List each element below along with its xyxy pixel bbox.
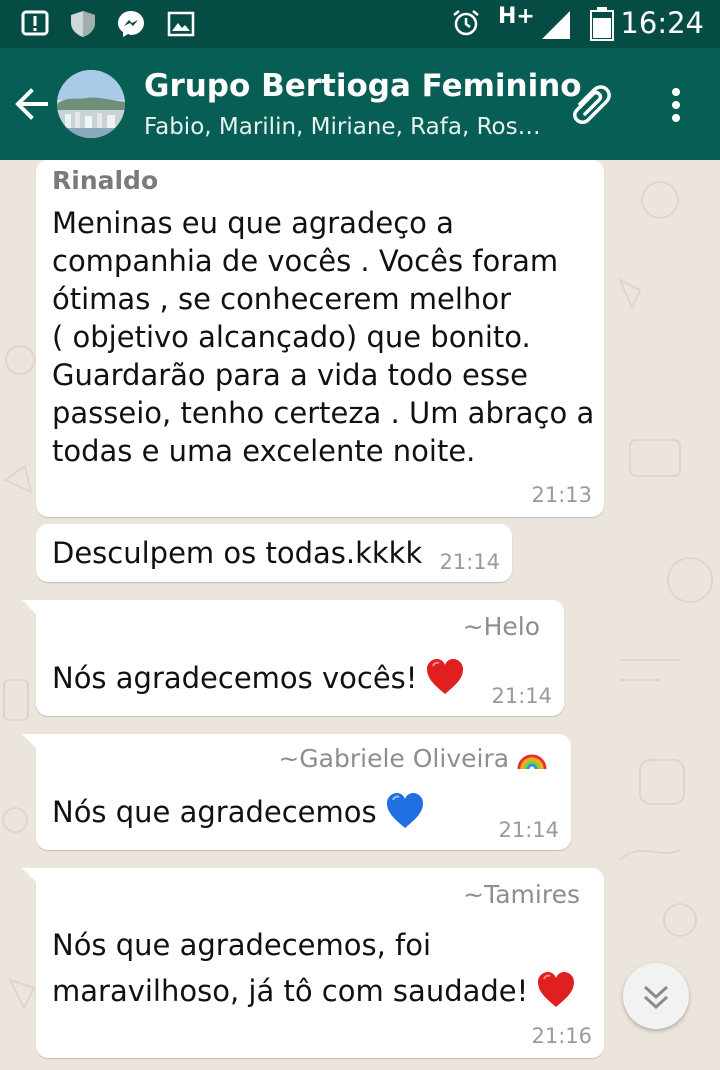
bubble-tail [22, 734, 40, 752]
chat-header: Grupo Bertioga Feminino Fabio, Marilin, … [0, 48, 720, 160]
sender-name: ~Helo [462, 612, 540, 641]
message-time: 21:14 [498, 818, 559, 842]
message-line: Nós agradecemos vocês! [52, 658, 465, 697]
message-bubble[interactable]: Desculpem os todas.kkkk 21:14 [36, 524, 512, 582]
bubble-tail [22, 600, 40, 618]
message-list[interactable]: Rinaldo Meninas eu que agradeço a compan… [0, 160, 720, 1070]
message-time: 21:13 [531, 483, 592, 507]
message-time: 21:16 [531, 1024, 592, 1048]
message-line: Nós que agradecemos, foi [52, 928, 432, 962]
back-arrow-icon[interactable] [14, 86, 50, 122]
sender-name: ~Gabriele Oliveira [278, 744, 547, 773]
message-bubble[interactable]: ~Tamires Nós que agradecemos, foi maravi… [22, 868, 604, 1058]
paperclip-icon[interactable] [566, 82, 614, 130]
sender-name: ~Tamires [463, 880, 580, 909]
message-text: Nós que agradecemos [52, 792, 425, 831]
red-heart-icon [538, 972, 575, 1007]
message-text: Desculpem os todas.kkkk [52, 534, 422, 572]
alert-icon [21, 10, 49, 36]
message-time: 21:14 [491, 684, 552, 708]
sender-name: Rinaldo [52, 166, 159, 195]
shield-icon [71, 11, 95, 37]
participants-list[interactable]: Fabio, Marilin, Miriane, Rafa, Ros… [144, 114, 541, 140]
message-line: todas e uma excelente noite. [52, 434, 476, 468]
message-time: 21:14 [439, 550, 500, 574]
chat-title[interactable]: Grupo Bertioga Feminino [144, 68, 582, 104]
message-line: ótimas , se conhecerem melhor [52, 282, 511, 316]
messenger-icon [118, 11, 144, 37]
avatar-image [57, 70, 125, 138]
message-line: companhia de vocês . Vocês foram [52, 244, 559, 278]
message-line: Desculpem os todas.kkkk [52, 536, 423, 570]
double-chevron-down-icon [643, 985, 669, 1010]
message-line: maravilhoso, já tô com saudade! [52, 968, 576, 1014]
message-line: Meninas eu que agradeço a [52, 206, 454, 240]
message-line: Guardarão para a vida todo esse [52, 358, 528, 392]
image-icon [167, 11, 195, 37]
signal-icon [542, 11, 570, 39]
message-line: passeio, tenho certeza . Um abraço a [52, 396, 595, 430]
message-line: ( objetivo alcançado) que bonito. [52, 320, 531, 354]
message-bubble[interactable]: ~Helo Nós agradecemos vocês! 21:14 [22, 600, 564, 716]
message-bubble[interactable]: ~Gabriele Oliveira Nós que agradecemos 2… [22, 734, 571, 850]
message-text: Nós agradecemos vocês! [52, 658, 465, 697]
message-bubble[interactable]: Rinaldo Meninas eu que agradeço a compan… [36, 160, 604, 517]
battery-icon [590, 7, 614, 41]
message-line: Nós que agradecemos [52, 792, 425, 831]
group-avatar[interactable] [57, 70, 125, 138]
clock: 16:24 [620, 6, 704, 40]
bubble-tail [22, 868, 40, 886]
rainbow-icon [517, 754, 547, 770]
scroll-to-bottom-button[interactable] [623, 963, 689, 1029]
alarm-icon [453, 10, 479, 36]
red-heart-icon [427, 659, 464, 694]
message-text: Nós que agradecemos, foi maravilhoso, já… [52, 922, 576, 1014]
message-text: Meninas eu que agradeço a companhia de v… [52, 204, 594, 470]
status-bar: H+ 16:24 [0, 0, 720, 48]
overflow-menu-icon[interactable] [664, 84, 688, 124]
network-type: H+ [498, 4, 535, 29]
blue-heart-icon [386, 793, 423, 828]
